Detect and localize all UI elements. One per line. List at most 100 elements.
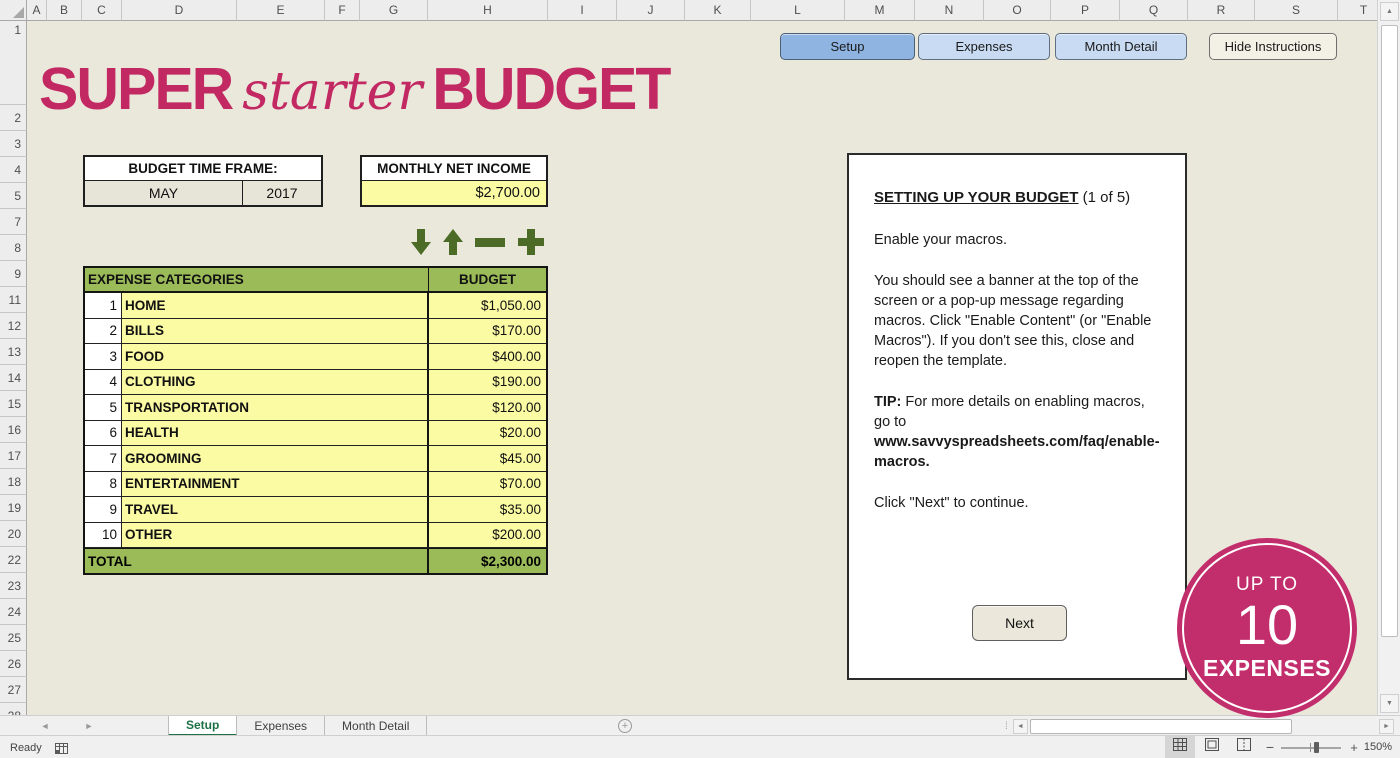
expense-number-cell[interactable]: 3	[85, 344, 122, 369]
scrollbar-resize-grip[interactable]: ⁞	[1005, 721, 1007, 732]
row-header[interactable]: 16	[0, 417, 27, 443]
column-header[interactable]: C	[82, 0, 122, 21]
vertical-scrollbar[interactable]: ▲ ▼	[1377, 0, 1400, 715]
next-button[interactable]: Next	[972, 605, 1067, 641]
row-header[interactable]: 5	[0, 183, 27, 209]
expense-category-cell[interactable]: BILLS	[122, 319, 429, 344]
row-header[interactable]: 25	[0, 625, 27, 651]
expense-category-cell[interactable]: ENTERTAINMENT	[122, 472, 429, 497]
column-header[interactable]: G	[360, 0, 428, 21]
column-header[interactable]: K	[685, 0, 751, 21]
expense-budget-cell[interactable]: $70.00	[429, 472, 546, 497]
new-sheet-button[interactable]: +	[618, 719, 632, 733]
expense-budget-cell[interactable]: $1,050.00	[429, 293, 546, 318]
row-header[interactable]: 17	[0, 443, 27, 469]
expense-number-cell[interactable]: 6	[85, 421, 122, 446]
row-header[interactable]: 23	[0, 573, 27, 599]
column-header[interactable]: E	[237, 0, 325, 21]
row-header[interactable]: 15	[0, 391, 27, 417]
expense-number-cell[interactable]: 5	[85, 395, 122, 420]
expense-number-cell[interactable]: 4	[85, 370, 122, 395]
expense-category-cell[interactable]: TRANSPORTATION	[122, 395, 429, 420]
remove-expense-button[interactable]	[473, 227, 507, 257]
zoom-out-button[interactable]: −	[1262, 736, 1278, 758]
horizontal-scroll-thumb[interactable]	[1030, 719, 1292, 734]
add-expense-button[interactable]	[515, 227, 547, 257]
expense-budget-cell[interactable]: $45.00	[429, 446, 546, 471]
sheet-tab[interactable]: Setup	[168, 716, 237, 736]
expense-number-cell[interactable]: 1	[85, 293, 122, 318]
setup-nav-button[interactable]: Setup	[780, 33, 915, 60]
row-header[interactable]: 4	[0, 157, 27, 183]
row-header[interactable]: 12	[0, 313, 27, 339]
expense-budget-cell[interactable]: $200.00	[429, 523, 546, 548]
column-header[interactable]: S	[1255, 0, 1338, 21]
expense-budget-cell[interactable]: $190.00	[429, 370, 546, 395]
row-header[interactable]: 13	[0, 339, 27, 365]
column-header[interactable]: M	[845, 0, 915, 21]
move-up-button[interactable]	[441, 227, 465, 257]
income-value-cell[interactable]: $2,700.00	[362, 181, 546, 205]
column-header[interactable]: R	[1188, 0, 1255, 21]
vertical-scroll-thumb[interactable]	[1381, 25, 1398, 637]
row-header[interactable]: 22	[0, 547, 27, 573]
column-header[interactable]: H	[428, 0, 548, 21]
column-header[interactable]: Q	[1120, 0, 1188, 21]
column-header[interactable]: F	[325, 0, 360, 21]
hide-instructions-button[interactable]: Hide Instructions	[1209, 33, 1337, 60]
row-header[interactable]: 20	[0, 521, 27, 547]
time-frame-year-cell[interactable]: 2017	[243, 181, 321, 205]
row-header[interactable]: 9	[0, 261, 27, 287]
select-all-corner[interactable]	[0, 0, 27, 21]
page-layout-view-button[interactable]	[1197, 736, 1227, 758]
row-header[interactable]: 1	[0, 21, 27, 105]
expense-budget-cell[interactable]: $20.00	[429, 421, 546, 446]
expense-budget-cell[interactable]: $400.00	[429, 344, 546, 369]
row-header[interactable]: 14	[0, 365, 27, 391]
row-header[interactable]: 28	[0, 703, 27, 715]
row-header[interactable]: 2	[0, 105, 27, 131]
row-header[interactable]: 18	[0, 469, 27, 495]
column-header[interactable]: P	[1051, 0, 1120, 21]
zoom-level[interactable]: 150%	[1360, 736, 1396, 758]
column-header[interactable]: N	[915, 0, 984, 21]
column-header[interactable]: T	[1338, 0, 1377, 21]
expense-category-cell[interactable]: HEALTH	[122, 421, 429, 446]
expense-budget-cell[interactable]: $120.00	[429, 395, 546, 420]
expense-budget-cell[interactable]: $35.00	[429, 497, 546, 522]
month-detail-nav-button[interactable]: Month Detail	[1055, 33, 1187, 60]
expense-category-cell[interactable]: CLOTHING	[122, 370, 429, 395]
expense-number-cell[interactable]: 7	[85, 446, 122, 471]
row-header[interactable]: 27	[0, 677, 27, 703]
expense-number-cell[interactable]: 2	[85, 319, 122, 344]
row-header[interactable]: 19	[0, 495, 27, 521]
scroll-down-arrow[interactable]: ▼	[1380, 694, 1399, 713]
expense-category-cell[interactable]: TRAVEL	[122, 497, 429, 522]
expense-category-cell[interactable]: FOOD	[122, 344, 429, 369]
sheet-tab[interactable]: Month Detail	[325, 716, 427, 736]
expenses-nav-button[interactable]: Expenses	[918, 33, 1050, 60]
move-down-button[interactable]	[409, 227, 433, 257]
zoom-slider-track[interactable]	[1281, 747, 1341, 749]
normal-view-button[interactable]	[1165, 736, 1195, 758]
column-header[interactable]: L	[751, 0, 845, 21]
expense-budget-cell[interactable]: $170.00	[429, 319, 546, 344]
sheet-tab[interactable]: Expenses	[237, 716, 325, 736]
scroll-up-arrow[interactable]: ▲	[1380, 2, 1399, 21]
page-break-view-button[interactable]	[1229, 736, 1259, 758]
zoom-slider-thumb[interactable]	[1314, 742, 1319, 753]
column-header[interactable]: I	[548, 0, 617, 21]
column-header[interactable]: D	[122, 0, 237, 21]
scroll-right-arrow[interactable]: ►	[1379, 719, 1394, 734]
row-header[interactable]: 8	[0, 235, 27, 261]
row-header[interactable]: 7	[0, 209, 27, 235]
row-header[interactable]: 26	[0, 651, 27, 677]
column-header[interactable]: A	[27, 0, 47, 21]
expense-number-cell[interactable]: 9	[85, 497, 122, 522]
row-header[interactable]: 11	[0, 287, 27, 313]
column-header[interactable]: O	[984, 0, 1051, 21]
tab-scroll-right-arrow[interactable]: ►	[78, 716, 100, 736]
column-header[interactable]: J	[617, 0, 685, 21]
macro-record-icon[interactable]	[55, 741, 68, 758]
column-header[interactable]: B	[47, 0, 82, 21]
